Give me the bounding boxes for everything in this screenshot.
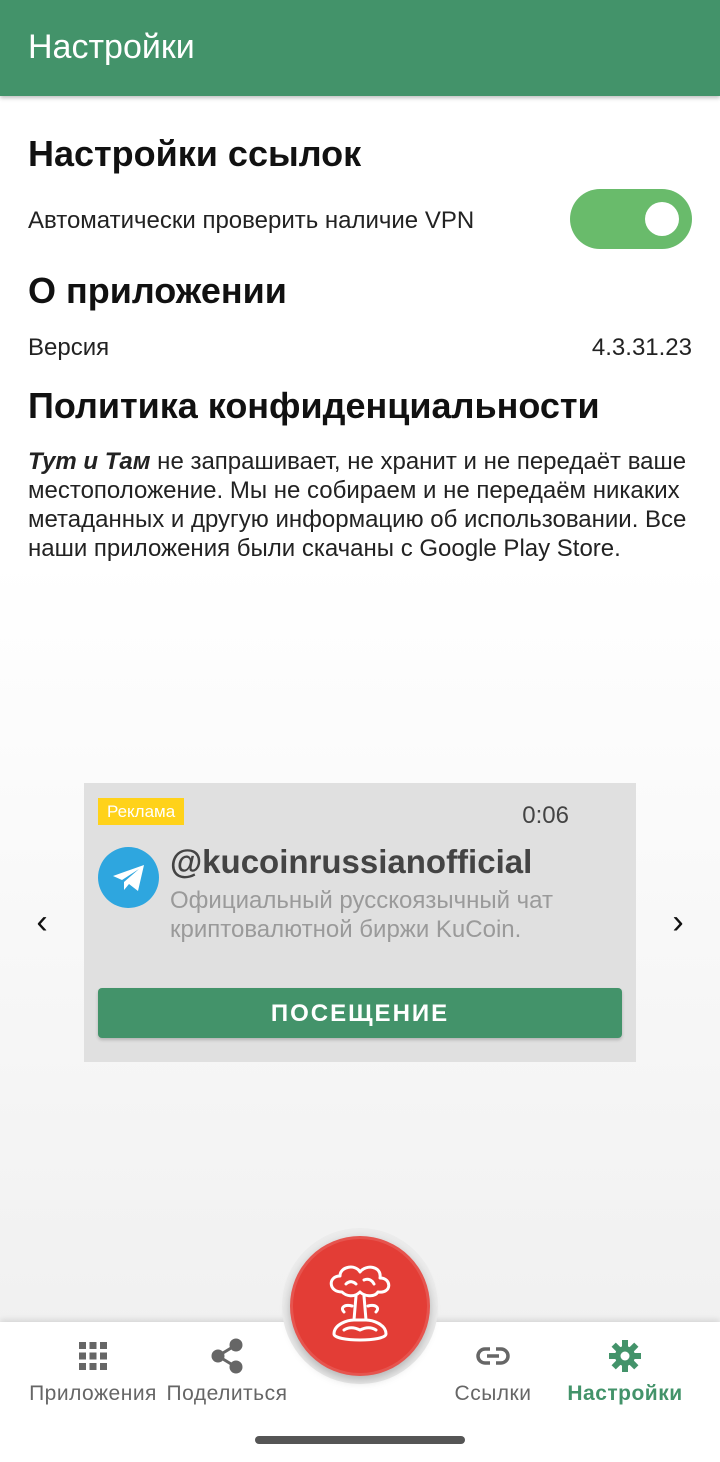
ad-handle: @kucoinrussianofficial <box>170 843 533 880</box>
privacy-app-name: Тут и Там <box>28 448 151 475</box>
mushroom-cloud-icon <box>329 1265 391 1342</box>
grid-icon <box>79 1342 107 1370</box>
link-icon <box>476 1347 510 1365</box>
toggle-knob <box>645 202 679 236</box>
ad-description: Официальный русскоязычный чат криптовалю… <box>170 887 553 943</box>
app-bar: Настройки <box>0 0 720 96</box>
version-label: Версия <box>28 334 110 361</box>
ad-banner[interactable]: Реклама 0:06 @kucoinrussianofficial Офиц… <box>84 783 636 1062</box>
ad-prev-arrow[interactable]: ‹ <box>22 902 62 942</box>
ad-badge: Реклама <box>98 798 185 825</box>
vpn-check-label: Автоматически проверить наличие VPN <box>28 207 475 234</box>
nav-label-share: Поделиться <box>166 1382 288 1405</box>
page-title: Настройки <box>28 28 195 66</box>
nav-item-links[interactable]: Ссылки <box>426 1334 560 1414</box>
nav-item-apps[interactable]: Приложения <box>26 1334 160 1414</box>
gear-icon <box>609 1340 641 1372</box>
nav-item-settings[interactable]: Настройки <box>558 1334 692 1414</box>
privacy-title: Политика конфиденциальности <box>28 385 600 426</box>
about-title: О приложении <box>28 270 287 311</box>
home-indicator[interactable] <box>255 1436 465 1444</box>
nav-label-links: Ссылки <box>454 1382 532 1405</box>
version-value: 4.3.31.23 <box>591 334 692 361</box>
main-action-button[interactable] <box>290 1236 430 1376</box>
telegram-icon <box>98 847 159 908</box>
link-settings-title: Настройки ссылок <box>28 133 362 174</box>
share-icon <box>211 1338 243 1374</box>
ad-timer: 0:06 <box>522 802 569 829</box>
nav-label-apps: Приложения <box>29 1382 157 1405</box>
ad-visit-button[interactable]: ПОСЕЩЕНИЕ <box>98 988 622 1038</box>
vpn-check-toggle[interactable] <box>570 189 692 249</box>
nav-item-share[interactable]: Поделиться <box>160 1334 294 1414</box>
privacy-text: Тут и Там не запрашивает, не хранит и не… <box>28 447 698 563</box>
ad-next-arrow[interactable]: › <box>658 902 698 942</box>
nav-label-settings: Настройки <box>567 1382 683 1405</box>
